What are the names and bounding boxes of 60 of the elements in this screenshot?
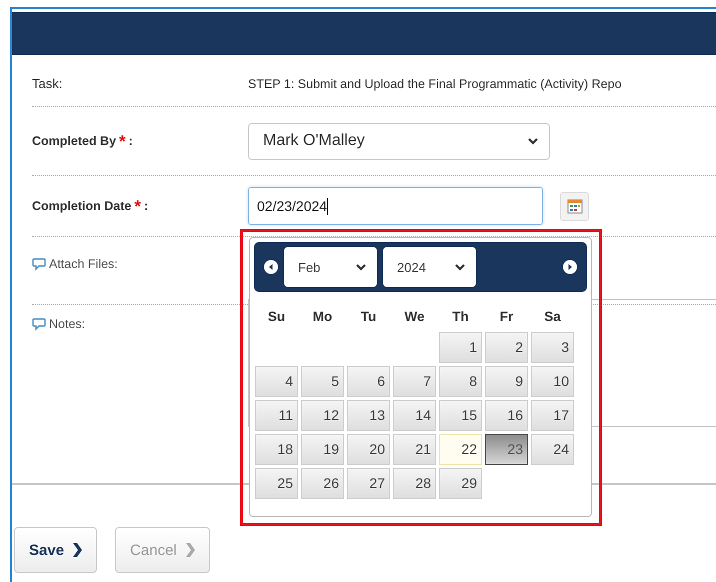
chevron-right-icon — [72, 543, 82, 557]
save-button[interactable]: Save — [14, 527, 98, 573]
task-text: STEP 1: Submit and Upload the Final Programmatic (Activity) Repo — [248, 76, 622, 90]
day-cell[interactable]: 12 — [301, 400, 344, 431]
required-asterisk: * — [119, 137, 126, 147]
day-cell[interactable]: 5 — [301, 366, 344, 397]
day-cell[interactable]: 9 — [485, 366, 528, 397]
day-cell[interactable]: 14 — [393, 400, 436, 431]
chevron-right-icon — [184, 543, 195, 557]
chevron-down-icon — [454, 262, 466, 272]
day-cell[interactable]: 28 — [393, 468, 436, 499]
day-cell[interactable]: 10 — [531, 366, 574, 397]
day-cell[interactable]: 13 — [347, 400, 390, 431]
field-label: Completion Date — [32, 199, 132, 213]
field-label: Task: — [32, 76, 62, 91]
year-dropdown[interactable]: 2024 — [383, 247, 476, 287]
day-cell[interactable]: 16 — [485, 400, 528, 431]
required-asterisk: * — [134, 202, 141, 212]
weekday-label: Sa — [543, 308, 562, 326]
day-cell[interactable]: 29 — [439, 468, 482, 499]
day-cell[interactable]: 11 — [255, 400, 298, 431]
field-label: Attach Files: — [49, 257, 118, 271]
weekday-label: We — [403, 308, 426, 326]
day-cell[interactable]: 26 — [301, 468, 344, 499]
day-cell[interactable]: 27 — [347, 468, 390, 499]
weekday-label: Su — [266, 308, 286, 326]
day-cell[interactable]: 7 — [393, 366, 436, 397]
day-cell[interactable]: 19 — [301, 434, 344, 465]
previous-month-button[interactable] — [264, 260, 278, 274]
day-cell[interactable]: 22 — [439, 434, 482, 465]
next-month-button[interactable] — [563, 260, 577, 274]
colon-text: : — [128, 134, 133, 148]
day-cell[interactable]: 1 — [439, 332, 482, 363]
day-cell[interactable]: 2 — [485, 332, 528, 363]
weekday-label: Fr — [498, 308, 514, 326]
day-cell[interactable]: 6 — [347, 366, 390, 397]
day-cell[interactable]: 3 — [531, 332, 574, 363]
colon-text: : — [144, 199, 148, 213]
day-cell[interactable]: 23 — [485, 434, 528, 465]
chevron-down-icon — [527, 136, 539, 146]
weekday-label: Th — [451, 308, 470, 326]
day-cell[interactable]: 21 — [393, 434, 436, 465]
day-cell[interactable]: 8 — [439, 366, 482, 397]
calendar-button[interactable] — [560, 192, 589, 220]
field-label: Notes: — [49, 317, 86, 331]
weekday-label: Mo — [312, 308, 334, 326]
field-label: Completed By — [32, 134, 116, 148]
calendar-icon — [566, 198, 582, 214]
weekday-label: Tu — [360, 308, 378, 326]
day-cell[interactable]: 4 — [255, 366, 298, 397]
date-input-field[interactable]: 02/23/2024 — [248, 187, 543, 225]
day-cell[interactable]: 24 — [531, 434, 574, 465]
completed-by-dropdown[interactable]: Mark O'Malley — [248, 122, 550, 160]
day-cell[interactable]: 17 — [531, 400, 574, 431]
day-cell[interactable]: 25 — [255, 468, 298, 499]
day-cell[interactable]: 15 — [439, 400, 482, 431]
month-dropdown[interactable]: Feb — [284, 247, 377, 287]
day-cell[interactable]: 20 — [347, 434, 390, 465]
day-cell[interactable]: 18 — [255, 434, 298, 465]
chevron-down-icon — [355, 262, 367, 272]
